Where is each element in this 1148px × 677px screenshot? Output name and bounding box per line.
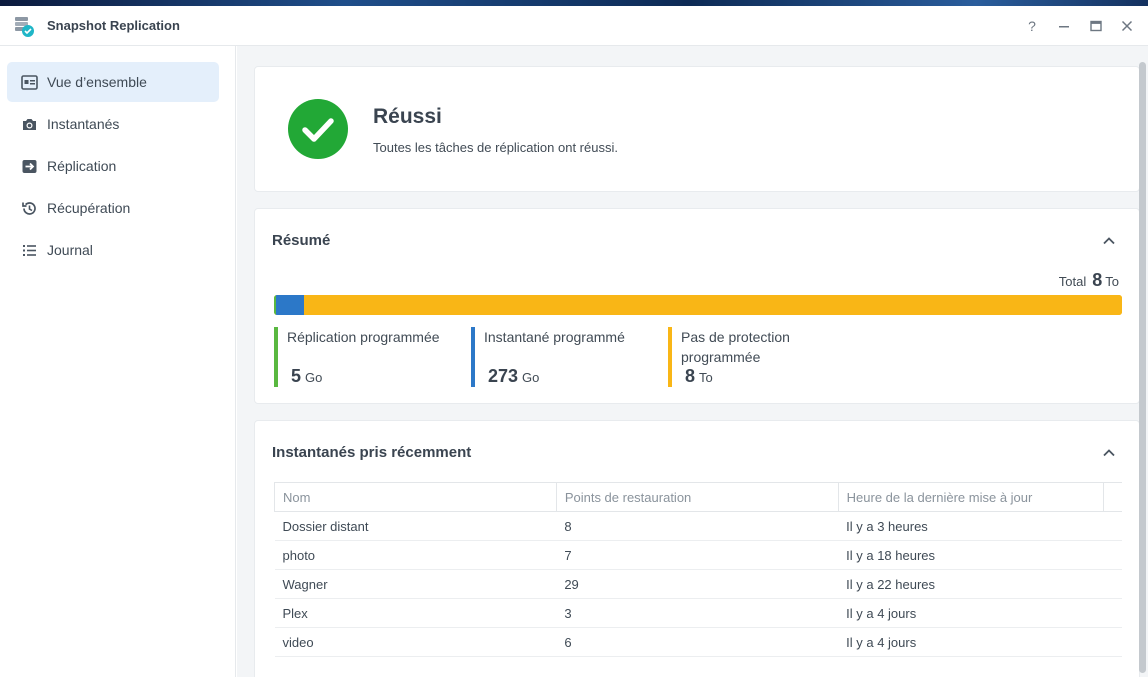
- content-scrollbar[interactable]: [1139, 62, 1146, 673]
- app-window: Snapshot Replication ? Vue d’ensemble In…: [0, 6, 1148, 677]
- legend-label: Réplication programmée: [287, 329, 440, 345]
- column-header-last-update[interactable]: Heure de la dernière mise à jour: [838, 482, 1105, 512]
- sidebar-item-label: Journal: [47, 242, 93, 258]
- cell-restore-points: 7: [556, 540, 839, 570]
- legend-number: 5: [291, 366, 302, 386]
- legend-unit: Go: [522, 370, 540, 385]
- column-header-name[interactable]: Nom: [274, 482, 557, 512]
- table-row[interactable]: video 6 Il y a 4 jours: [274, 627, 1122, 657]
- legend-replication: Réplication programmée 5 Go: [274, 327, 462, 387]
- sidebar-item-label: Réplication: [47, 158, 117, 174]
- total-label: Total: [1058, 274, 1087, 289]
- camera-icon: [23, 119, 36, 130]
- legend-label: Pas de protection programmée: [681, 329, 790, 365]
- status-message: Toutes les tâches de réplication ont réu…: [373, 140, 618, 155]
- legend-label: Instantané programmé: [484, 329, 625, 345]
- minimize-button[interactable]: [1052, 14, 1076, 38]
- list-icon: [23, 245, 36, 256]
- bar-segment-snapshot: [276, 295, 305, 315]
- cell-last-update: Il y a 3 heures: [838, 511, 1122, 541]
- legend-unprotected: Pas de protection programmée 8 To: [668, 327, 816, 387]
- column-header-spacer: [1103, 482, 1122, 512]
- chevron-up-icon[interactable]: [1101, 445, 1117, 461]
- title-bar[interactable]: Snapshot Replication ?: [0, 6, 1148, 46]
- cell-name: video: [274, 627, 557, 657]
- status-title: Réussi: [373, 105, 442, 128]
- table-row[interactable]: Dossier distant 8 Il y a 3 heures: [274, 511, 1122, 541]
- cell-name: Plex: [274, 598, 557, 628]
- recent-snapshots-card: Instantanés pris récemment Nom Points de…: [254, 420, 1140, 677]
- cell-name: photo: [274, 540, 557, 570]
- sidebar-item-log[interactable]: Journal: [7, 230, 219, 270]
- maximize-button[interactable]: [1084, 14, 1108, 38]
- table-row[interactable]: photo 7 Il y a 18 heures: [274, 540, 1122, 570]
- success-check-icon: [288, 99, 348, 159]
- legend-unit: Go: [305, 370, 323, 385]
- legend-value: 273 Go: [488, 366, 539, 387]
- help-icon: ?: [1028, 18, 1036, 34]
- legend-unit: To: [699, 370, 713, 385]
- cell-last-update: Il y a 4 jours: [838, 598, 1122, 628]
- close-icon: [1121, 20, 1133, 32]
- cell-last-update: Il y a 22 heures: [838, 569, 1122, 599]
- sidebar-item-label: Récupération: [47, 200, 131, 216]
- total-unit: To: [1105, 274, 1119, 289]
- maximize-icon: [1090, 20, 1102, 32]
- cell-restore-points: 6: [556, 627, 839, 657]
- sidebar-item-recovery[interactable]: Récupération: [7, 188, 219, 228]
- close-button[interactable]: [1115, 14, 1139, 38]
- legend-value: 8 To: [685, 366, 713, 387]
- cell-name: Wagner: [274, 569, 557, 599]
- snapshot-replication-app-icon: [15, 17, 34, 37]
- cell-last-update: Il y a 18 heures: [838, 540, 1122, 570]
- cell-restore-points: 29: [556, 569, 839, 599]
- overview-icon: [21, 75, 38, 90]
- legend-number: 8: [685, 366, 696, 386]
- minimize-icon: [1059, 26, 1069, 28]
- status-card: Réussi Toutes les tâches de réplication …: [254, 66, 1140, 192]
- history-icon: [22, 202, 36, 215]
- replication-icon: [22, 160, 37, 173]
- table-row[interactable]: Plex 3 Il y a 4 jours: [274, 598, 1122, 628]
- sidebar-item-label: Vue d’ensemble: [47, 74, 147, 90]
- total-usage: Total 8 To: [1059, 270, 1119, 291]
- sidebar-item-snapshots[interactable]: Instantanés: [7, 104, 219, 144]
- legend-number: 273: [488, 366, 519, 386]
- main-content: Réussi Toutes les tâches de réplication …: [237, 46, 1148, 677]
- sidebar: Vue d’ensemble Instantanés Réplication R…: [0, 46, 236, 677]
- sidebar-item-label: Instantanés: [47, 116, 120, 132]
- usage-bar: [274, 295, 1122, 315]
- summary-card: Résumé Total 8 To Réplication programmée 5…: [254, 208, 1140, 404]
- recent-snapshots-title: Instantanés pris récemment: [272, 444, 472, 461]
- recent-snapshots-table: Nom Points de restauration Heure de la d…: [274, 482, 1122, 657]
- sidebar-item-replication[interactable]: Réplication: [7, 146, 219, 186]
- help-button[interactable]: ?: [1020, 14, 1044, 38]
- chevron-up-icon[interactable]: [1101, 233, 1117, 249]
- cell-name: Dossier distant: [274, 511, 557, 541]
- column-header-restore-points[interactable]: Points de restauration: [556, 482, 839, 512]
- cell-restore-points: 8: [556, 511, 839, 541]
- summary-title: Résumé: [272, 232, 331, 249]
- cell-last-update: Il y a 4 jours: [838, 627, 1122, 657]
- window-title: Snapshot Replication: [47, 18, 180, 33]
- bar-segment-unprotected: [304, 295, 1122, 315]
- table-header-row: Nom Points de restauration Heure de la d…: [274, 482, 1122, 512]
- cell-restore-points: 3: [556, 598, 839, 628]
- total-value: 8: [1092, 270, 1103, 290]
- legend-snapshot: Instantané programmé 273 Go: [471, 327, 659, 387]
- legend-value: 5 Go: [291, 366, 322, 387]
- sidebar-item-overview[interactable]: Vue d’ensemble: [7, 62, 219, 102]
- table-row[interactable]: Wagner 29 Il y a 22 heures: [274, 569, 1122, 599]
